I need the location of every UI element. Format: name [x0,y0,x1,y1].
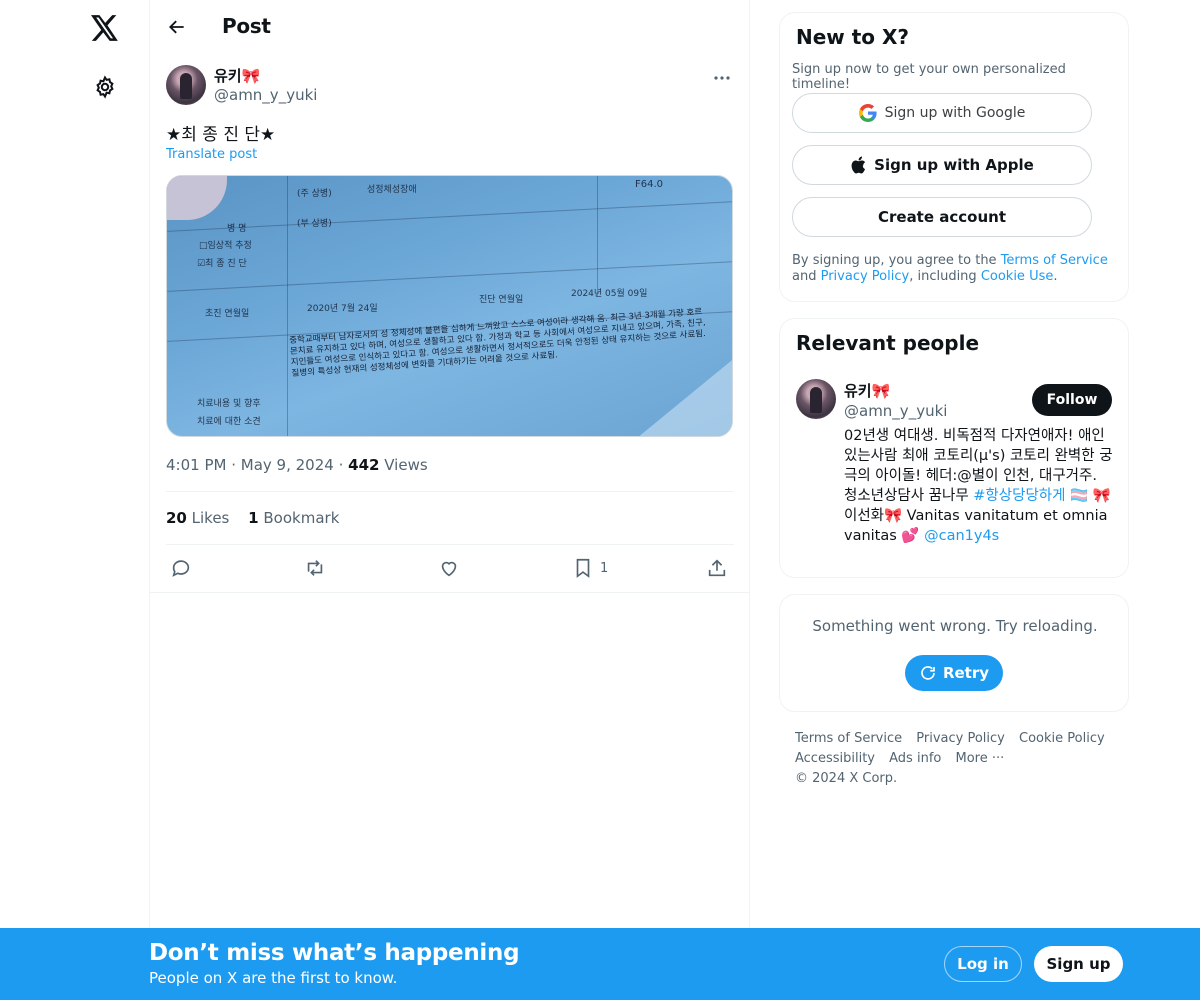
footer-copyright: © 2024 X Corp. [795,771,898,786]
footer-link-privacy[interactable]: Privacy Policy [916,731,1005,746]
doc-first-visit-label: 초진 연월일 [205,309,250,319]
error-message: Something went wrong. Try reloading. [812,617,1098,635]
doc-primary-diagnosis-label: (주 상병) [297,189,332,199]
signup-google-label: Sign up with Google [884,105,1026,121]
share-icon[interactable] [706,555,728,581]
signup-google-button[interactable]: Sign up with Google [792,93,1092,133]
cookie-use-link[interactable]: Cookie Use [981,269,1054,284]
signup-apple-button[interactable]: Sign up with Apple [792,145,1092,185]
main-column: Post 유키🎀 @amn_y_yuki ★최 종 진 단★ Translate… [149,0,750,928]
signup-button[interactable]: Sign up [1034,946,1123,982]
retry-button[interactable]: Retry [905,655,1003,691]
repost-icon[interactable] [304,555,326,581]
follow-button[interactable]: Follow [1032,384,1112,416]
signup-legal-text: By signing up, you agree to the Terms of… [792,253,1108,284]
signup-card-subtitle: Sign up now to get your own personalized… [792,62,1066,92]
doc-final-label: ☑최 종 진 단 [197,259,247,269]
post-actions: 1 [166,555,734,581]
relevant-person-handle[interactable]: @amn_y_yuki [844,402,947,420]
post-image[interactable]: (주 상병) 성정체성장애 F64.0 (부 상병) 병 명 □임상적 추정 ☑… [166,175,733,437]
login-button[interactable]: Log in [944,946,1022,982]
arrow-left-icon[interactable] [162,12,192,42]
bookmark-action-count: 1 [600,560,609,576]
signup-card: New to X? Sign up now to get your own pe… [779,12,1129,302]
privacy-link[interactable]: Privacy Policy [821,269,910,284]
likes-stat[interactable]: 20 Likes [166,509,229,527]
relevant-people-title: Relevant people [796,331,980,355]
author-handle[interactable]: @amn_y_yuki [214,86,317,104]
bio-mention-link[interactable]: @can1y4s [924,528,999,544]
banner-title: Don’t miss what’s happening [149,940,520,966]
divider [166,491,734,492]
post-header: Post [150,0,750,54]
doc-presumed-label: □임상적 추정 [199,241,252,251]
bio-hashtag-link[interactable]: #항상당당하게 [973,488,1065,504]
post-stats: 20 Likes 1 Bookmark [166,509,339,527]
create-account-button[interactable]: Create account [792,197,1092,237]
finger-in-photo [167,176,227,220]
footer-link-terms[interactable]: Terms of Service [795,731,902,746]
reply-icon[interactable] [170,555,192,581]
relevant-person-name[interactable]: 유키🎀 [844,380,890,401]
avatar[interactable] [796,379,836,419]
google-icon [858,104,877,122]
bookmark-icon [576,558,590,578]
gear-icon[interactable] [85,67,125,107]
relevant-person-bio: 02년생 여대생. 비독점적 다자연애자! 애인있는사람 최애 코토리(μ's)… [844,428,1113,544]
signup-banner: Don’t miss what’s happening People on X … [0,928,1200,1000]
footer-link-more[interactable]: More ··· [955,751,1004,766]
post-date[interactable]: May 9, 2024 [241,456,334,474]
doc-treatment-label: 치료내용 및 향후 [197,399,261,409]
refresh-icon [921,666,935,680]
doc-secondary-diagnosis-label: (부 상병) [297,219,332,229]
views-label: Views [384,456,428,474]
error-card: Something went wrong. Try reloading. Ret… [779,594,1129,712]
more-options-icon[interactable] [712,68,732,88]
banner-subtitle: People on X are the first to know. [149,969,398,987]
footer-link-accessibility[interactable]: Accessibility [795,751,875,766]
divider [150,592,750,593]
doc-primary-diagnosis: 성정체성장애 [367,185,417,195]
like-icon[interactable] [438,555,460,581]
post-meta: 4:01 PM · May 9, 2024 · 442 Views [166,456,428,474]
doc-diagnosis-label: 진단 연월일 [479,295,524,305]
doc-treatment-label-2: 치료에 대한 소견 [197,417,261,427]
post-text: ★최 종 진 단★ [166,125,276,145]
author-name[interactable]: 유키🎀 [214,65,260,86]
left-nav [0,0,150,928]
doc-diagnosis-date: 2024년 05월 09일 [571,289,648,299]
terms-link[interactable]: Terms of Service [1001,253,1108,268]
avatar[interactable] [166,65,206,105]
footer-links: Terms of Service Privacy Policy Cookie P… [795,729,1125,789]
relevant-people-card: Relevant people 유키🎀 @amn_y_yuki Follow 0… [779,318,1129,578]
post-time[interactable]: 4:01 PM [166,456,226,474]
signup-apple-label: Sign up with Apple [874,156,1034,174]
divider [166,544,734,545]
bookmark-action[interactable]: 1 [572,555,608,581]
views-count: 442 [348,456,380,474]
doc-disease-label: 병 명 [227,224,247,234]
apple-icon [851,156,866,174]
page-title: Post [222,14,271,38]
translate-post-link[interactable]: Translate post [166,147,257,162]
paper-fold [637,356,732,436]
signup-card-title: New to X? [796,25,910,49]
footer-link-cookie[interactable]: Cookie Policy [1019,731,1105,746]
x-logo-icon[interactable] [85,8,125,48]
doc-first-visit-date: 2020년 7월 24일 [307,304,378,314]
doc-code: F64.0 [635,179,664,190]
footer-link-ads[interactable]: Ads info [889,751,941,766]
post-author: 유키🎀 @amn_y_yuki [166,64,736,108]
bookmarks-stat[interactable]: 1 Bookmark [248,509,339,527]
